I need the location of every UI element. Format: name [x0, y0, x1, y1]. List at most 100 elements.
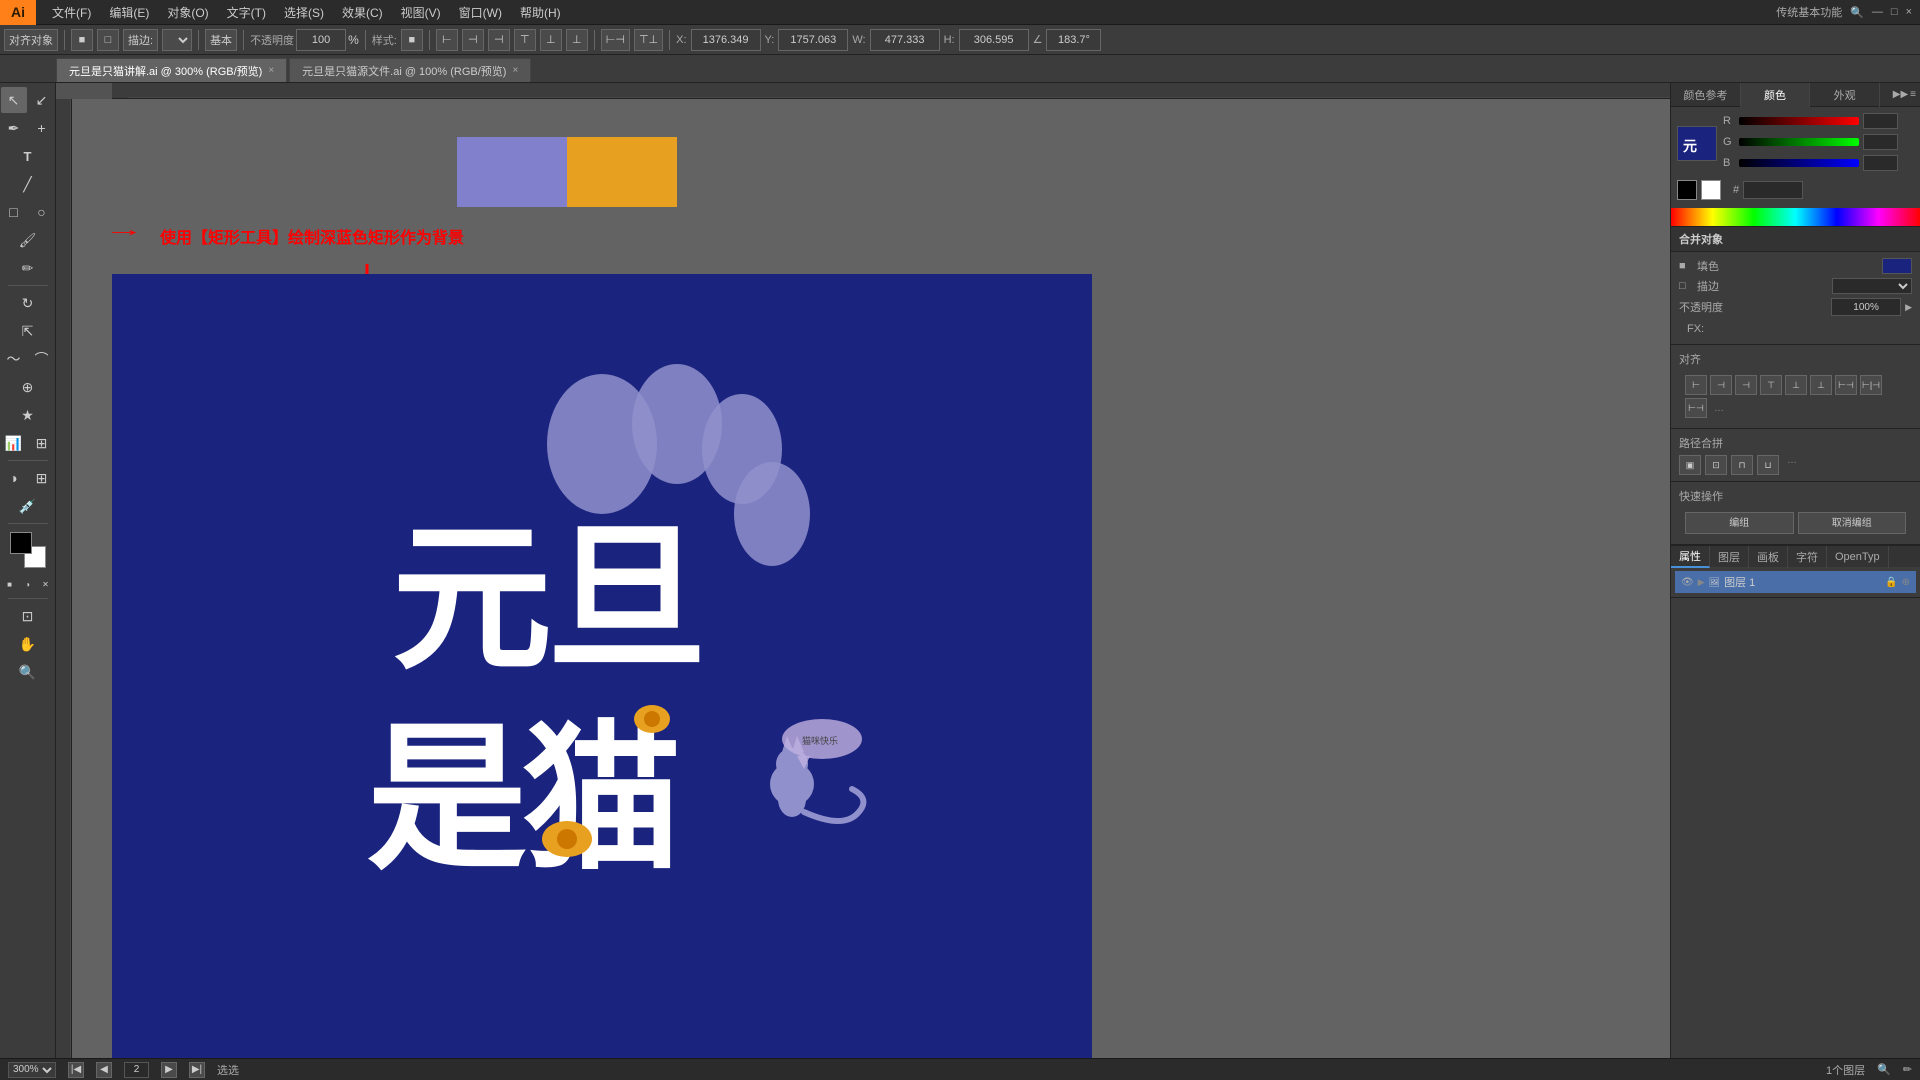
- pencil-tool[interactable]: ✏: [15, 255, 41, 281]
- add-anchor-tool[interactable]: +: [29, 115, 55, 141]
- panel-expand-icon[interactable]: ▶▶: [1893, 89, 1908, 100]
- tab-color[interactable]: 颜色: [1741, 83, 1811, 107]
- align-left[interactable]: ⊢: [1685, 375, 1707, 395]
- workspace-label[interactable]: 传统基本功能: [1776, 4, 1842, 20]
- path-exclude[interactable]: ⊔: [1757, 455, 1779, 475]
- artboard-number-input[interactable]: [124, 1062, 149, 1078]
- color-mode-btn[interactable]: ■: [2, 576, 18, 592]
- color-boxes[interactable]: [10, 532, 46, 568]
- y-input[interactable]: [778, 29, 848, 51]
- btab-artboards[interactable]: 画板: [1749, 546, 1788, 568]
- menu-select[interactable]: 选择(S): [276, 1, 332, 24]
- opacity-right-input[interactable]: [1831, 298, 1901, 316]
- artwork-thumbnail[interactable]: 元: [1677, 126, 1717, 161]
- align-top[interactable]: ⊤: [1760, 375, 1782, 395]
- style-btn[interactable]: ■: [401, 29, 423, 51]
- color-spectrum[interactable]: [1671, 208, 1920, 226]
- edit-artboard-icon[interactable]: ✏: [1903, 1063, 1912, 1076]
- align-center-h[interactable]: ⊣: [1710, 375, 1732, 395]
- last-artboard-btn[interactable]: ▶|: [189, 1062, 205, 1078]
- path-unite[interactable]: ▣: [1679, 455, 1701, 475]
- window-close[interactable]: ×: [1906, 6, 1912, 18]
- mesh-tool[interactable]: ⊞: [29, 465, 55, 491]
- zoom-select[interactable]: 300%: [8, 1062, 56, 1078]
- fill-color-box[interactable]: [1882, 258, 1912, 274]
- opacity-arrow[interactable]: ▶: [1905, 302, 1912, 313]
- window-minimize[interactable]: —: [1872, 6, 1883, 18]
- next-artboard-btn[interactable]: ▶: [161, 1062, 177, 1078]
- btab-properties[interactable]: 属性: [1671, 546, 1710, 568]
- angle-input[interactable]: [1046, 29, 1101, 51]
- fill-select-btn[interactable]: 基本: [205, 29, 237, 51]
- path-intersect[interactable]: ⊓: [1731, 455, 1753, 475]
- layer-name[interactable]: 图层 1: [1724, 574, 1755, 590]
- g-value[interactable]: [1863, 134, 1898, 150]
- warp-tool[interactable]: 〜: [1, 346, 27, 372]
- layer-add-icon[interactable]: ⊕: [1902, 577, 1910, 588]
- layer-visibility-icon[interactable]: 👁: [1681, 577, 1694, 588]
- tab-0[interactable]: 元旦是只猫讲解.ai @ 300% (RGB/预览) ×: [56, 58, 287, 82]
- distribute-left[interactable]: ⊢⊣: [1835, 375, 1857, 395]
- w-input[interactable]: [870, 29, 940, 51]
- menu-file[interactable]: 文件(F): [44, 1, 99, 24]
- none-mode-btn[interactable]: ✕: [38, 576, 54, 592]
- align-center-h-btn[interactable]: ⊣: [462, 29, 484, 51]
- rotate-tool[interactable]: ↻: [15, 290, 41, 316]
- symbol-sprayer-tool[interactable]: ★: [15, 402, 41, 428]
- paintbrush-tool[interactable]: 🖌: [15, 227, 41, 253]
- first-artboard-btn[interactable]: |◀: [68, 1062, 84, 1078]
- align-center-v[interactable]: ⊥: [1785, 375, 1807, 395]
- align-right[interactable]: ⊣: [1735, 375, 1757, 395]
- distribute-h-btn[interactable]: ⊢⊣: [601, 29, 630, 51]
- window-maximize[interactable]: □: [1891, 6, 1898, 18]
- direct-selection-tool[interactable]: ↙: [29, 87, 55, 113]
- g-slider[interactable]: [1739, 138, 1859, 146]
- stroke-weight-select[interactable]: [1832, 278, 1912, 294]
- r-slider[interactable]: [1739, 117, 1859, 125]
- prev-artboard-btn[interactable]: ◀: [96, 1062, 112, 1078]
- tab-color-ref[interactable]: 颜色参考: [1671, 83, 1741, 107]
- distribute-v-btn[interactable]: ⊤⊥: [634, 29, 663, 51]
- group-btn[interactable]: 编组: [1685, 512, 1794, 534]
- x-input[interactable]: [691, 29, 761, 51]
- align-bottom-btn[interactable]: ⊥: [566, 29, 588, 51]
- menu-view[interactable]: 视图(V): [393, 1, 449, 24]
- ungroup-btn[interactable]: 取消编组: [1798, 512, 1907, 534]
- menu-object[interactable]: 对象(O): [159, 1, 216, 24]
- rect-tool[interactable]: □: [1, 199, 27, 225]
- h-input[interactable]: [959, 29, 1029, 51]
- layer-row-1[interactable]: 👁 ▶ 🖼 图层 1 🔒 ⊕: [1675, 571, 1916, 593]
- selection-tool[interactable]: ↖: [1, 87, 27, 113]
- scale-tool[interactable]: ⇱: [15, 318, 41, 344]
- selection-options-btn[interactable]: 对齐对象: [4, 29, 58, 51]
- menu-effect[interactable]: 效果(C): [334, 1, 391, 24]
- white-swatch[interactable]: [1701, 180, 1721, 200]
- btab-char[interactable]: 字符: [1788, 546, 1827, 568]
- search-ai-icon[interactable]: 🔍: [1877, 1063, 1891, 1076]
- tab-1-close[interactable]: ×: [512, 65, 518, 76]
- variable-btn[interactable]: 描边:: [123, 29, 158, 51]
- graph-tool[interactable]: 📊: [1, 430, 27, 456]
- layer-lock-icon[interactable]: 🔒: [1885, 577, 1897, 588]
- canvas-content[interactable]: 使用【矩形工具】绘制深蓝色矩形作为背景 → 元旦: [72, 99, 1670, 1058]
- artboard-tool[interactable]: ⊡: [15, 603, 41, 629]
- hand-tool[interactable]: ✋: [15, 631, 41, 657]
- menu-edit[interactable]: 编辑(E): [101, 1, 157, 24]
- shape-builder-tool[interactable]: ⊕: [15, 374, 41, 400]
- fg-color-box[interactable]: [10, 532, 32, 554]
- distribute-right[interactable]: ⊢⊣: [1685, 398, 1707, 418]
- grid-tool[interactable]: ⊞: [29, 430, 55, 456]
- ellipse-tool[interactable]: ○: [29, 199, 55, 225]
- menu-text[interactable]: 文字(T): [219, 1, 274, 24]
- align-bottom[interactable]: ⊥: [1810, 375, 1832, 395]
- b-slider[interactable]: [1739, 159, 1859, 167]
- more-align[interactable]: …: [1714, 403, 1724, 414]
- type-tool[interactable]: T: [15, 143, 41, 169]
- search-icon[interactable]: 🔍: [1850, 6, 1864, 19]
- align-left-btn[interactable]: ⊢: [436, 29, 458, 51]
- btab-opentype[interactable]: OpenTyp: [1827, 546, 1889, 568]
- line-tool[interactable]: ╱: [15, 171, 41, 197]
- hex-input[interactable]: [1743, 181, 1803, 199]
- artboard[interactable]: 元旦 是猫: [112, 274, 1092, 1058]
- more-path[interactable]: …: [1787, 455, 1797, 475]
